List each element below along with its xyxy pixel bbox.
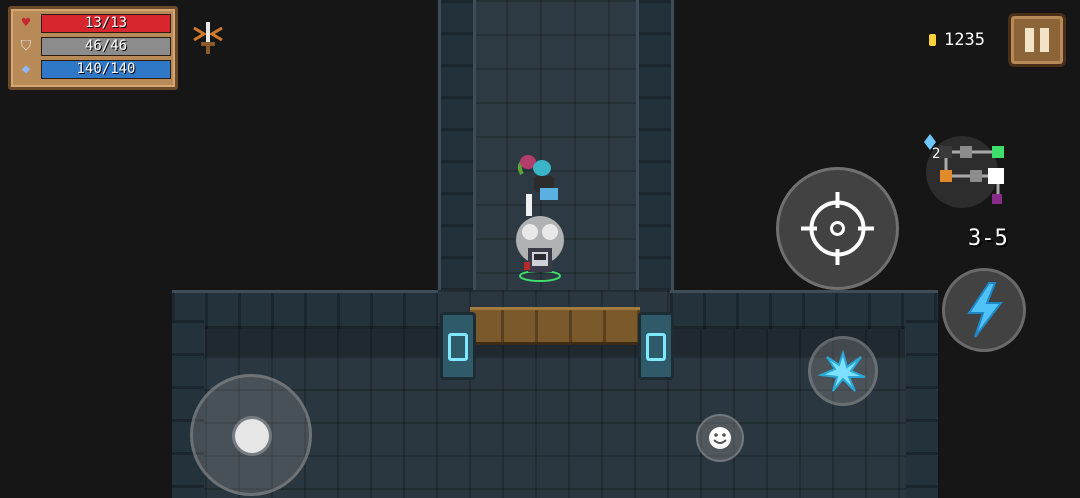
corridor-wall-left [438,0,476,320]
wooden-bridge [470,307,640,345]
energy-row: ◆ 140/140 [17,59,171,79]
stats-panel: ♥ 13/13 ⛉ 46/46 ◆ 140/140 [8,6,178,90]
movement-joystick[interactable] [190,374,312,496]
shield-icon: ⛉ [20,38,32,54]
minimap-badge: 2 [932,146,940,162]
armor-text: 46/46 [84,38,128,54]
heart-icon: ♥ [21,15,31,31]
health-row: ♥ 13/13 [17,13,171,33]
armor-row: ⛉ 46/46 [17,36,171,56]
emote-button[interactable] [696,414,744,462]
room-wall-top-right [670,290,938,329]
joystick-knob[interactable] [235,419,269,453]
pause-button[interactable] [1008,13,1066,67]
energy-text: 140/140 [76,61,136,77]
diamond-icon: ◆ [21,61,31,77]
energy-bar: 140/140 [41,60,171,79]
coin-counter: 1235 [922,26,1000,54]
sword-buff-icon [193,22,223,54]
burst-icon [817,349,866,392]
door-pillar-left [440,312,476,380]
attack-button[interactable] [776,167,899,290]
lightning-icon [967,282,1004,338]
minimap[interactable]: 2 [918,130,1018,214]
plant-pet [517,155,558,216]
weapon-swap-button[interactable] [808,336,878,406]
smile-icon [709,427,731,449]
crosshair-icon [801,192,874,265]
armor-bar: 46/46 [41,37,171,56]
coin-icon [929,34,936,46]
door-pillar-right [638,312,674,380]
health-bar: 13/13 [41,14,171,33]
level-indicator: 3-5 [968,226,1008,251]
coin-count: 1235 [944,30,985,50]
health-text: 13/13 [84,15,128,31]
skill-button[interactable] [942,268,1026,352]
corridor-wall-right [636,0,674,320]
room-wall-right [906,320,938,498]
player-character [516,216,564,282]
room-wall-top [172,290,438,329]
